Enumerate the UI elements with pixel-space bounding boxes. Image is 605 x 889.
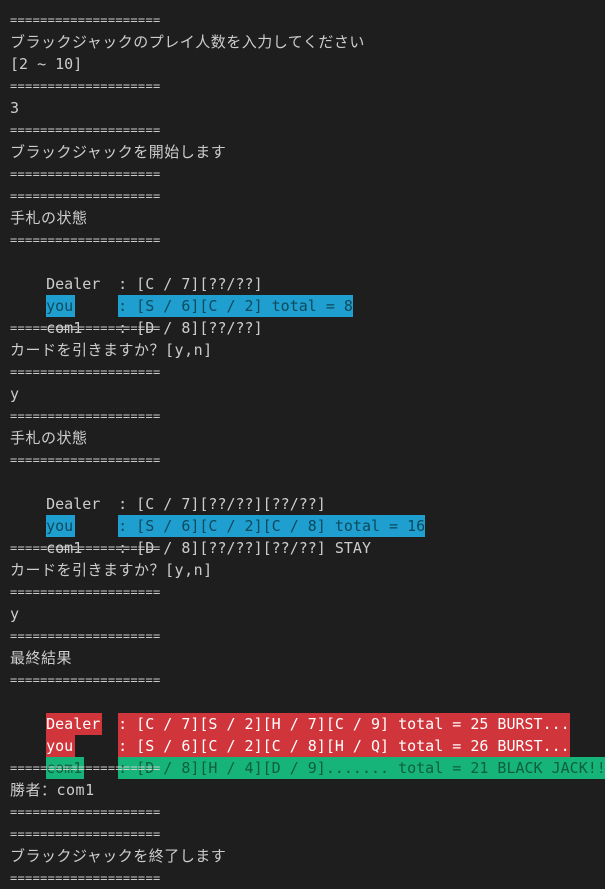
final-dealer-row: Dealer : [C / 7][S / 2][H / 7][C / 9] tot…: [10, 691, 605, 735]
player-range: [2 ~ 10]: [10, 55, 83, 73]
separator-line: ====================: [10, 123, 161, 137]
winner-line: 勝者：com1: [10, 781, 95, 799]
player-name: you: [46, 295, 76, 317]
final-result-heading: 最終結果: [10, 649, 73, 667]
terminal-output[interactable]: ==================== ブラックジャックのプレイ人数を入力して…: [0, 0, 605, 885]
player-name: you: [46, 515, 76, 537]
draw-card-prompt: カードを引きますか？[y,n]: [10, 341, 213, 359]
player-hand: : [C / 7][S / 2][H / 7][C / 9] total = 2…: [118, 713, 570, 735]
player-name: Dealer: [46, 713, 103, 735]
separator-line: ====================: [10, 79, 161, 93]
end-message: ブラックジャックを終了します: [10, 847, 227, 865]
player-name-cell: you: [46, 515, 118, 537]
separator-line: ====================: [10, 321, 161, 335]
player-name: Dealer: [46, 495, 101, 513]
separator-line: ====================: [10, 805, 161, 819]
separator-line: ====================: [10, 409, 161, 423]
draw-card-prompt: カードを引きますか？[y,n]: [10, 561, 213, 579]
input-player-count: 3: [10, 99, 20, 117]
separator-line: ====================: [10, 365, 161, 379]
separator-line: ====================: [10, 13, 161, 27]
separator-line: ====================: [10, 189, 161, 203]
hand-status-heading: 手札の状態: [10, 209, 88, 227]
user-answer: y: [10, 605, 20, 623]
separator-line: ====================: [10, 167, 161, 181]
round1-dealer-row: Dealer : [C / 7][??/??]: [10, 251, 605, 293]
hand-status-heading: 手札の状態: [10, 429, 88, 447]
separator-line: ====================: [10, 453, 161, 467]
player-name: Dealer: [46, 275, 101, 293]
separator-line: ====================: [10, 871, 161, 885]
separator-line: ====================: [10, 673, 161, 687]
player-hand: : [S / 6][C / 2] total = 8: [118, 295, 353, 317]
player-name-cell: Dealer: [46, 713, 118, 735]
user-answer: y: [10, 385, 20, 403]
separator-line: ====================: [10, 233, 161, 247]
player-hand: : [S / 6][C / 2][C / 8][H / Q] total = 2…: [118, 735, 570, 757]
separator-line: ====================: [10, 827, 161, 841]
prompt-player-count: ブラックジャックのプレイ人数を入力してください: [10, 33, 365, 51]
player-hand: : [C / 7][??/??][??/??]: [118, 495, 326, 513]
player-hand: : [S / 6][C / 2][C / 8] total = 16: [118, 515, 426, 537]
player-name: you: [46, 735, 76, 757]
player-name-cell: you: [46, 735, 118, 757]
separator-line: ====================: [10, 585, 161, 599]
round2-dealer-row: Dealer : [C / 7][??/??][??/??]: [10, 471, 605, 513]
start-message: ブラックジャックを開始します: [10, 143, 227, 161]
player-hand: : [D / 8][H / 4][D / 9]....... total = 2…: [118, 757, 605, 779]
player-name-cell: you: [46, 295, 118, 317]
separator-line: ====================: [10, 629, 161, 643]
player-hand: : [C / 7][??/??]: [118, 275, 263, 293]
